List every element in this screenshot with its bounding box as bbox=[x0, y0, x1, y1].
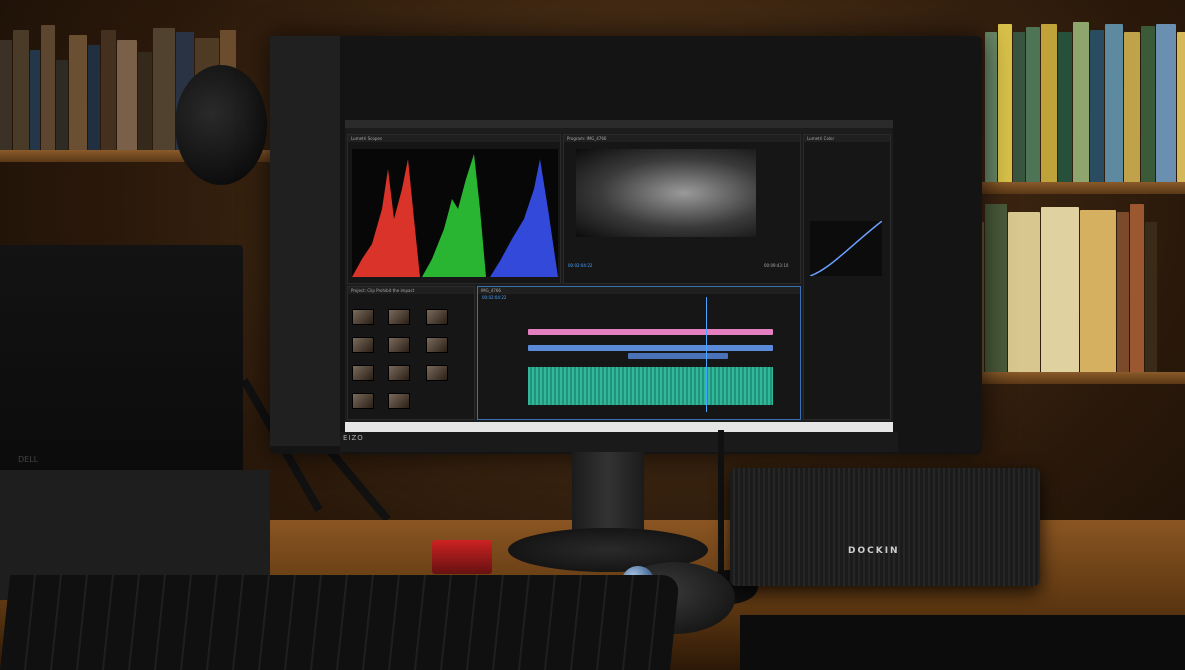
desk-lamp bbox=[175, 65, 267, 185]
project-tab[interactable]: Project: Clip Prohibit the impact bbox=[351, 288, 414, 293]
clip-thumbnail[interactable] bbox=[426, 309, 448, 325]
program-monitor-panel: Program: IMG_4766 00:02:04:22 00:09:43:1… bbox=[563, 134, 801, 284]
program-duration: 00:09:43:10 bbox=[764, 263, 789, 268]
lumetri-tab[interactable]: Lumetri Color bbox=[807, 136, 834, 141]
monitor-bezel bbox=[340, 432, 898, 452]
clip-thumbnail[interactable] bbox=[426, 365, 448, 381]
menu-bar bbox=[345, 120, 893, 128]
card-reader bbox=[432, 540, 492, 574]
keyboard bbox=[0, 575, 680, 670]
program-timecode: 00:02:04:22 bbox=[568, 263, 593, 268]
books-right-middle bbox=[970, 200, 1158, 372]
shelf-right-middle bbox=[955, 372, 1185, 384]
project-panel: Project: Clip Prohibit the impact bbox=[347, 286, 475, 420]
laptop-screen bbox=[0, 245, 243, 480]
monitor-stand bbox=[572, 450, 644, 540]
premiere-screen: Lumetri Scopes Program: IMG_4766 00:02:0… bbox=[345, 120, 893, 432]
monitor-hood-side bbox=[270, 36, 340, 446]
monitor-brand: EIZO bbox=[343, 434, 364, 442]
windows-taskbar bbox=[345, 422, 893, 432]
clip-thumbnail[interactable] bbox=[388, 337, 410, 353]
red-waveform bbox=[352, 159, 420, 277]
audio-track[interactable] bbox=[528, 367, 773, 405]
rgb-curve[interactable] bbox=[809, 220, 883, 277]
blue-waveform bbox=[490, 159, 558, 277]
program-video-frame bbox=[576, 149, 756, 237]
dock-label: DOCKIN bbox=[848, 546, 900, 556]
clip-thumbnail[interactable] bbox=[388, 365, 410, 381]
panel-tabs bbox=[478, 287, 800, 294]
playhead[interactable] bbox=[706, 297, 707, 412]
video-clip[interactable] bbox=[528, 345, 773, 351]
parade-waveform bbox=[352, 154, 558, 277]
dock-speaker bbox=[730, 468, 1040, 586]
timeline-tab[interactable]: IMG_4766 bbox=[481, 288, 501, 293]
program-tab[interactable]: Program: IMG_4766 bbox=[567, 136, 606, 141]
pink-clip[interactable] bbox=[528, 329, 773, 335]
timeline-timecode: 00:02:04:22 bbox=[482, 295, 507, 300]
clip-thumbnail[interactable] bbox=[388, 309, 410, 325]
drawing-tablet bbox=[740, 615, 1185, 670]
lumetri-color-panel: Lumetri Color bbox=[803, 134, 891, 420]
clip-thumbnail[interactable] bbox=[352, 393, 374, 409]
video-clip[interactable] bbox=[628, 353, 728, 359]
clip-thumbnail[interactable] bbox=[352, 337, 374, 353]
scopes-tab[interactable]: Lumetri Scopes bbox=[351, 136, 382, 141]
laptop-logo: DELL bbox=[18, 455, 39, 464]
clip-thumbnail[interactable] bbox=[388, 393, 410, 409]
lumetri-scopes-panel: Lumetri Scopes bbox=[347, 134, 561, 284]
clip-thumbnail[interactable] bbox=[426, 337, 448, 353]
clip-thumbnail[interactable] bbox=[352, 365, 374, 381]
shelf-right-top bbox=[980, 182, 1185, 194]
clip-thumbnail[interactable] bbox=[352, 309, 374, 325]
books-right-top bbox=[985, 20, 1185, 182]
rgb-parade-scope bbox=[352, 149, 558, 277]
timeline-panel: IMG_4766 00:02:04:22 bbox=[477, 286, 801, 420]
green-waveform bbox=[422, 154, 486, 277]
stylus-pen bbox=[718, 430, 724, 580]
photo-scene: EIZO Lumetri Scopes Program: IMG_4766 00… bbox=[0, 0, 1185, 670]
